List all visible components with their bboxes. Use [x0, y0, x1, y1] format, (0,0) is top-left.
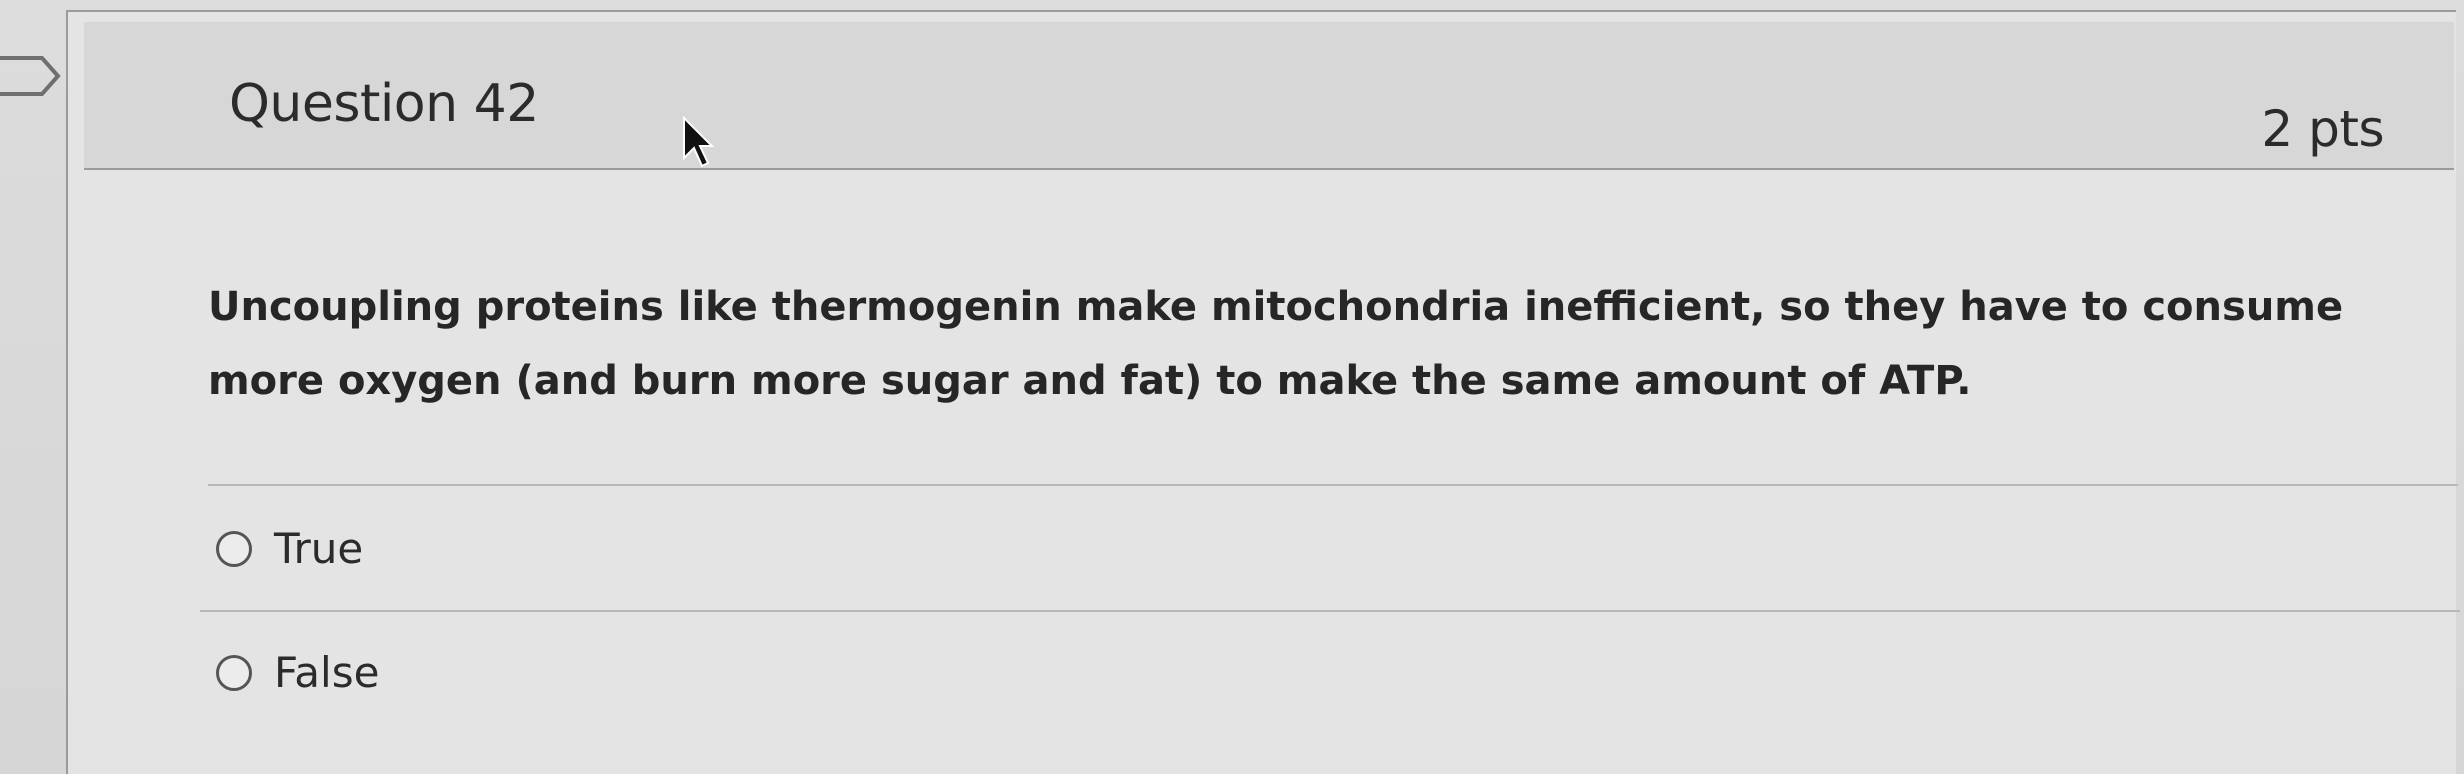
quiz-page: Question 42 2 pts Uncoupling proteins li… [0, 0, 2464, 774]
answer-divider [200, 610, 2460, 612]
question-text: Uncoupling proteins like thermogenin mak… [208, 284, 2344, 404]
answer-false[interactable]: False [216, 648, 379, 697]
mouse-pointer-icon [683, 116, 714, 168]
radio-button-icon[interactable] [216, 654, 252, 691]
bookmark-flag-icon[interactable] [0, 52, 64, 100]
question-card: Question 42 2 pts Uncoupling proteins li… [66, 10, 2460, 774]
answer-true[interactable]: True [216, 524, 363, 573]
answer-divider [208, 484, 2458, 486]
answer-label: False [274, 648, 380, 697]
question-header: Question 42 2 pts [84, 22, 2454, 170]
answer-label: True [274, 524, 364, 573]
question-title: Question 42 [229, 74, 539, 134]
question-points: 2 pts [2261, 100, 2384, 158]
radio-button-icon[interactable] [216, 530, 252, 567]
